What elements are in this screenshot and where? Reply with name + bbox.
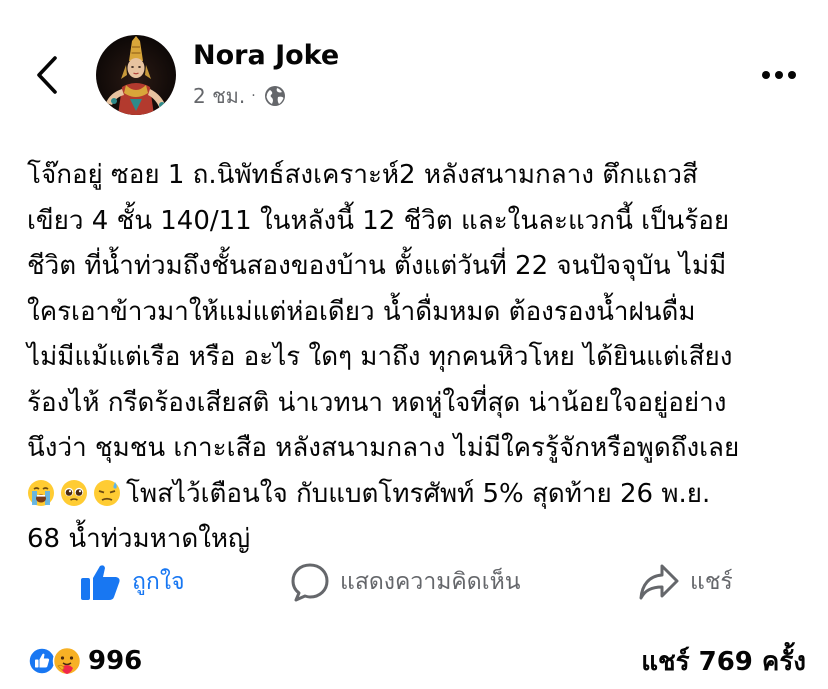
post-text-line: ชีวิต ที่น้ำท่วมถึงชั้นสองของบ้าน ตั้งแต…	[27, 251, 727, 281]
reaction-count: 996	[88, 646, 143, 676]
author-name[interactable]: Nora Joke	[193, 40, 339, 71]
comment-icon	[291, 563, 329, 602]
post-text-emoji-line: โพสไว้เตือนใจ กับแบตโทรศัพท์ 5% สุดท้าย …	[27, 472, 817, 518]
meta-separator: ·	[251, 88, 256, 104]
reaction-summary[interactable]: 996	[28, 643, 142, 679]
post-timestamp[interactable]: 2 ชม.	[193, 80, 245, 112]
post-text-line: ไม่มีแม้แต่เรือ หรือ อะไร ใดๆ มาถึง ทุกค…	[27, 342, 733, 372]
more-horizontal-icon	[762, 71, 796, 79]
post-text-line: โพสไว้เตือนใจ กับแบตโทรศัพท์ 5% สุดท้าย …	[126, 478, 711, 509]
post-text-line: 68 น้ำท่วมหาดใหญ่	[27, 524, 251, 554]
post-text-line: เขียว 4 ชั้น 140/11 ในหลังนี้ 12 ชีวิต แ…	[27, 205, 730, 236]
chevron-left-icon	[37, 56, 57, 94]
share-label: แชร์	[690, 569, 733, 595]
like-label: ถูกใจ	[132, 569, 185, 595]
more-options-button[interactable]	[758, 62, 800, 88]
post-meta: 2 ชม. ·	[193, 82, 286, 110]
comment-button[interactable]: แสดงความคิดเห็น	[290, 560, 520, 604]
post-text: โจ๊กอยู่ ซอย 1 ถ.นิพัทธ์สงเคราะห์2 หลังส…	[27, 153, 817, 563]
avatar[interactable]	[96, 35, 176, 115]
post-text-line: ใครเอาข้าวมาให้แม่แต่ห่อเดียว น้ำดื่มหมด…	[27, 296, 696, 327]
share-button[interactable]: แชร์	[638, 560, 733, 604]
post-view: Nora Joke 2 ชม. · โจ๊กอยู่ ซอย 1 ถ.นิพัท…	[0, 0, 828, 689]
post-text-line: โจ๊กอยู่ ซอย 1 ถ.นิพัทธ์สงเคราะห์2 หลังส…	[27, 160, 698, 190]
post-text-line: นึงว่า ชุมชน เกาะเสือ หลังสนามกลาง ไม่มี…	[27, 433, 740, 463]
avatar-image	[96, 35, 176, 115]
comment-label: แสดงความคิดเห็น	[340, 569, 521, 595]
downcast-face-with-sweat-icon	[94, 479, 120, 506]
care-reaction-icon	[52, 646, 82, 676]
globe-icon[interactable]	[264, 85, 286, 107]
pleading-face-icon	[61, 479, 87, 506]
share-count[interactable]: แชร์ 769 ครั้ง	[641, 643, 806, 679]
post-text-line: ร้องไห้ กรีดร้องเสียสติ น่าเวทนา หดหู่ใจ…	[27, 387, 727, 418]
like-button[interactable]: ถูกใจ	[80, 560, 185, 604]
back-button[interactable]	[30, 53, 66, 97]
loudly-crying-face-icon	[28, 479, 54, 506]
share-arrow-icon	[639, 564, 679, 600]
thumbs-up-icon	[81, 565, 120, 600]
